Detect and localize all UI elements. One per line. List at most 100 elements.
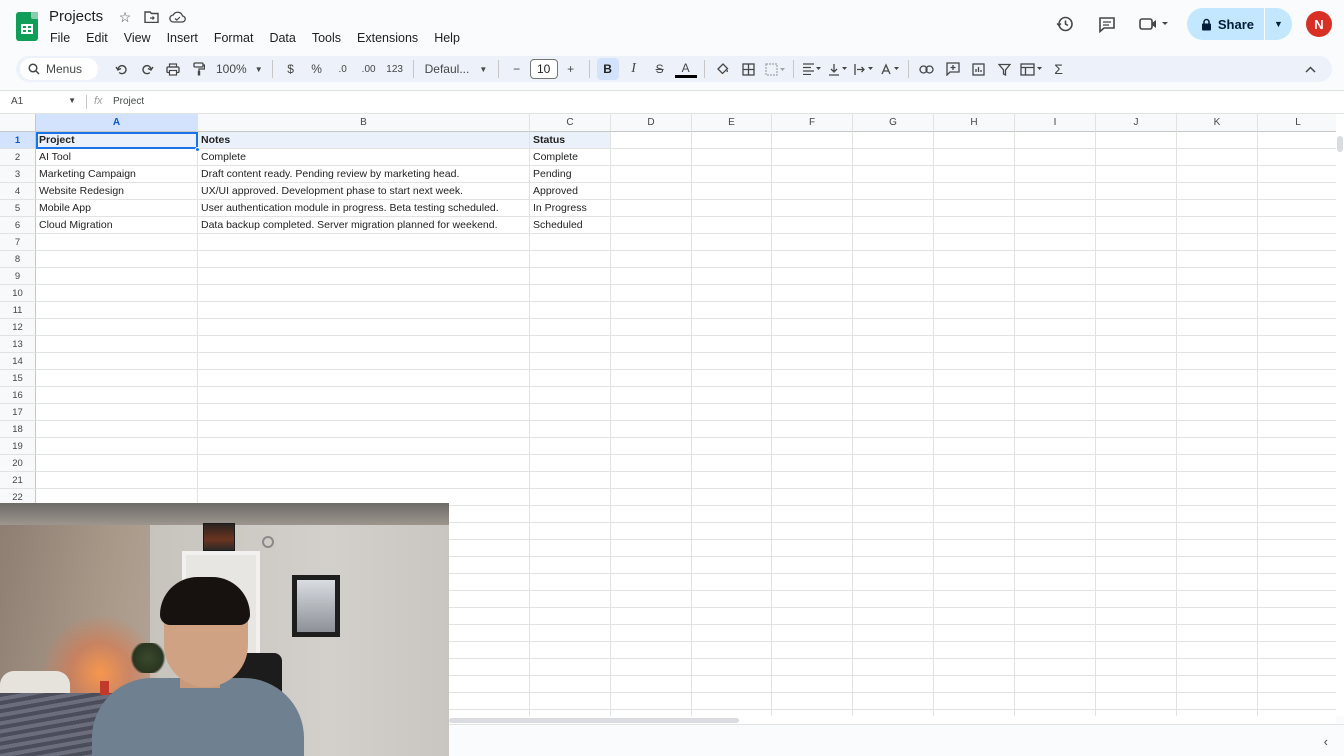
share-dropdown-icon[interactable]: ▼: [1264, 8, 1292, 40]
horizontal-align-icon[interactable]: [801, 58, 823, 80]
table-cell[interactable]: [692, 676, 772, 693]
table-cell[interactable]: [772, 166, 853, 183]
column-header-i[interactable]: I: [1015, 114, 1096, 132]
table-cell[interactable]: [1015, 625, 1096, 642]
table-cell[interactable]: [1258, 591, 1336, 608]
table-cell[interactable]: Website Redesign: [36, 183, 198, 200]
table-cell[interactable]: [934, 489, 1015, 506]
table-cell[interactable]: [1015, 319, 1096, 336]
table-cell[interactable]: [1015, 591, 1096, 608]
table-cell[interactable]: [1177, 132, 1258, 149]
table-cell[interactable]: [692, 659, 772, 676]
table-cell[interactable]: [1177, 319, 1258, 336]
document-title[interactable]: Projects: [49, 8, 103, 25]
collapse-toolbar-icon[interactable]: [1305, 62, 1316, 76]
table-cell[interactable]: [611, 523, 692, 540]
table-cell[interactable]: [611, 404, 692, 421]
table-cell[interactable]: [1258, 574, 1336, 591]
table-cell[interactable]: [772, 523, 853, 540]
table-cell[interactable]: [1096, 302, 1177, 319]
table-cell[interactable]: [853, 676, 934, 693]
table-cell[interactable]: [1015, 132, 1096, 149]
table-cell[interactable]: [36, 353, 198, 370]
table-cell[interactable]: [36, 421, 198, 438]
table-cell[interactable]: [530, 370, 611, 387]
table-cell[interactable]: [530, 642, 611, 659]
row-header[interactable]: 10: [0, 285, 36, 302]
table-cell[interactable]: [1096, 506, 1177, 523]
table-cell[interactable]: [1177, 659, 1258, 676]
table-cell[interactable]: [692, 608, 772, 625]
formula-input[interactable]: Project: [113, 96, 144, 107]
table-cell[interactable]: [1177, 166, 1258, 183]
version-history-icon[interactable]: [1051, 10, 1079, 38]
merge-cells-icon[interactable]: [764, 58, 786, 80]
vertical-scroll-thumb[interactable]: [1337, 136, 1343, 152]
table-cell[interactable]: [198, 421, 530, 438]
table-cell[interactable]: [692, 183, 772, 200]
row-header[interactable]: 15: [0, 370, 36, 387]
table-cell[interactable]: [198, 251, 530, 268]
table-cell[interactable]: [1177, 234, 1258, 251]
horizontal-scrollbar[interactable]: [449, 716, 1336, 724]
table-cell[interactable]: [772, 591, 853, 608]
table-cell[interactable]: [692, 234, 772, 251]
menu-file[interactable]: File: [42, 29, 78, 47]
comments-icon[interactable]: [1093, 10, 1121, 38]
column-header-l[interactable]: L: [1258, 114, 1336, 132]
table-cell[interactable]: [934, 659, 1015, 676]
table-cell[interactable]: [853, 370, 934, 387]
table-cell[interactable]: User authentication module in progress. …: [198, 200, 530, 217]
decrease-decimal-button[interactable]: .0: [332, 58, 354, 80]
table-cell[interactable]: [772, 676, 853, 693]
table-cell[interactable]: [1177, 591, 1258, 608]
row-header[interactable]: 20: [0, 455, 36, 472]
table-cell[interactable]: [934, 421, 1015, 438]
table-cell[interactable]: [692, 336, 772, 353]
table-cell[interactable]: [853, 336, 934, 353]
table-cell[interactable]: [1177, 336, 1258, 353]
table-cell[interactable]: [36, 387, 198, 404]
table-cell[interactable]: [1015, 370, 1096, 387]
table-cell[interactable]: [530, 455, 611, 472]
table-cell[interactable]: [1258, 166, 1336, 183]
table-cell[interactable]: [611, 234, 692, 251]
table-cell[interactable]: [772, 285, 853, 302]
table-cell[interactable]: [1177, 489, 1258, 506]
table-cell[interactable]: [1015, 574, 1096, 591]
table-cell[interactable]: [772, 421, 853, 438]
table-cell[interactable]: [611, 353, 692, 370]
table-cell[interactable]: [934, 302, 1015, 319]
table-cell[interactable]: [1015, 268, 1096, 285]
table-cell[interactable]: [934, 251, 1015, 268]
table-cell[interactable]: [1258, 489, 1336, 506]
table-cell[interactable]: [934, 455, 1015, 472]
table-cell[interactable]: [692, 625, 772, 642]
table-cell[interactable]: [934, 353, 1015, 370]
vertical-align-icon[interactable]: [827, 58, 849, 80]
table-cell[interactable]: [934, 676, 1015, 693]
table-cell[interactable]: [530, 574, 611, 591]
table-cell[interactable]: [772, 268, 853, 285]
table-cell[interactable]: [692, 421, 772, 438]
table-cell[interactable]: [934, 693, 1015, 710]
sheets-logo-icon[interactable]: [16, 12, 38, 41]
table-cell[interactable]: [853, 132, 934, 149]
table-cell[interactable]: [853, 591, 934, 608]
row-header[interactable]: 18: [0, 421, 36, 438]
horizontal-scroll-thumb[interactable]: [449, 718, 739, 723]
table-cell[interactable]: [198, 404, 530, 421]
table-cell[interactable]: [934, 608, 1015, 625]
table-cell[interactable]: [934, 370, 1015, 387]
table-cell[interactable]: [530, 421, 611, 438]
table-cell[interactable]: [692, 574, 772, 591]
table-cell[interactable]: [772, 251, 853, 268]
table-cell[interactable]: [1258, 353, 1336, 370]
table-cell[interactable]: [530, 268, 611, 285]
table-cell[interactable]: [198, 268, 530, 285]
share-button[interactable]: Share: [1187, 8, 1264, 40]
table-cell[interactable]: [1258, 642, 1336, 659]
table-cell[interactable]: [934, 472, 1015, 489]
table-cell[interactable]: [530, 489, 611, 506]
table-cell[interactable]: [198, 370, 530, 387]
